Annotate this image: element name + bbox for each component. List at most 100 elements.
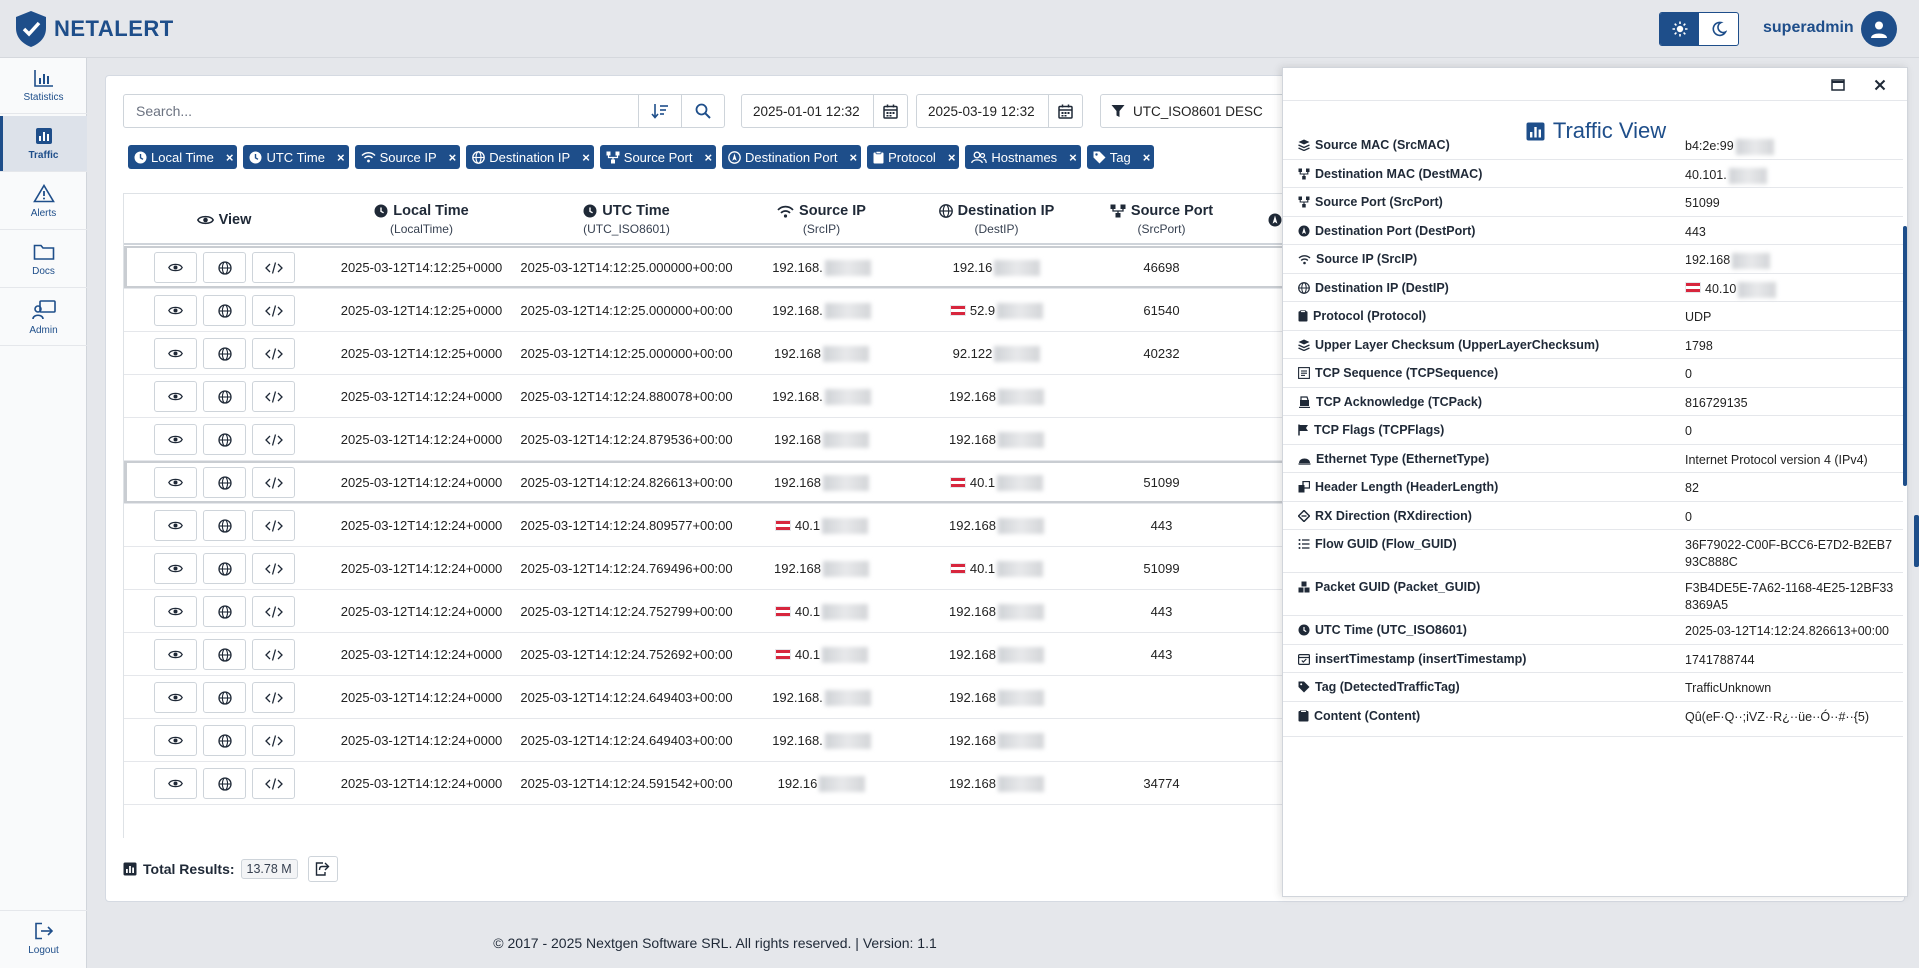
view-details-button[interactable] — [154, 596, 197, 627]
view-details-button[interactable] — [154, 725, 197, 756]
sidebar-item-docs[interactable]: Docs — [0, 232, 87, 288]
sidebar-item-statistics[interactable]: Statistics — [0, 58, 87, 114]
geo-lookup-button[interactable] — [203, 682, 246, 713]
chip-remove-icon[interactable]: × — [337, 150, 345, 165]
chip-remove-icon[interactable]: × — [449, 150, 457, 165]
search-input[interactable] — [124, 95, 638, 127]
chip-remove-icon[interactable]: × — [948, 150, 956, 165]
view-details-button[interactable] — [154, 295, 197, 326]
geo-lookup-button[interactable] — [203, 381, 246, 412]
table-row[interactable]: 2025-03-12T14:12:25+0000 2025-03-12T14:12… — [124, 289, 1283, 332]
sort-order-button[interactable] — [638, 95, 681, 127]
sidebar-item-admin[interactable]: Admin — [0, 290, 87, 346]
chip-remove-icon[interactable]: × — [1069, 150, 1077, 165]
chip-remove-icon[interactable]: × — [226, 150, 234, 165]
light-mode-button[interactable] — [1660, 13, 1699, 45]
column-view[interactable]: View — [124, 194, 324, 245]
chip-hostnames[interactable]: Hostnames × — [965, 145, 1081, 169]
chip-remove-icon[interactable]: × — [582, 150, 590, 165]
view-details-button[interactable] — [154, 338, 197, 369]
geo-lookup-button[interactable] — [203, 424, 246, 455]
view-details-button[interactable] — [154, 768, 197, 799]
dark-mode-button[interactable] — [1699, 13, 1738, 45]
search-button[interactable] — [681, 95, 724, 127]
chip-destination-ip[interactable]: Destination IP × — [466, 145, 594, 169]
table-row[interactable]: 2025-03-12T14:12:24+0000 2025-03-12T14:12… — [124, 676, 1283, 719]
geo-lookup-button[interactable] — [203, 252, 246, 283]
table-row[interactable]: 2025-03-12T14:12:24+0000 2025-03-12T14:12… — [124, 547, 1283, 590]
view-details-button[interactable] — [154, 682, 197, 713]
panel-scrollbar[interactable] — [1903, 226, 1907, 486]
view-raw-button[interactable] — [252, 725, 295, 756]
geo-lookup-button[interactable] — [203, 510, 246, 541]
column-source-ip[interactable]: Source IP (SrcIP) — [734, 194, 909, 245]
sort-select[interactable]: UTC_ISO8601 DESC — [1100, 94, 1290, 128]
date-from-field[interactable]: 2025-01-01 12:32 — [741, 94, 908, 128]
table-row[interactable]: 2025-03-12T14:12:24+0000 2025-03-12T14:12… — [124, 418, 1283, 461]
chip-remove-icon[interactable]: × — [1143, 150, 1151, 165]
chip-protocol[interactable]: Protocol × — [867, 145, 960, 169]
brand-logo[interactable]: NETALERT — [14, 10, 174, 48]
calendar-icon[interactable] — [873, 95, 907, 127]
sidebar-item-alerts[interactable]: Alerts — [0, 174, 87, 230]
chip-tag[interactable]: Tag × — [1086, 145, 1155, 169]
column-utc-time[interactable]: UTC Time (UTC_ISO8601) — [519, 194, 734, 245]
column-local-time[interactable]: Local Time (LocalTime) — [324, 194, 519, 245]
view-raw-button[interactable] — [252, 338, 295, 369]
chip-source-port[interactable]: Source Port × — [599, 145, 717, 169]
chip-destination-port[interactable]: Destination Port × — [722, 145, 862, 169]
view-details-button[interactable] — [154, 424, 197, 455]
chip-remove-icon[interactable]: × — [704, 150, 712, 165]
table-row[interactable]: 2025-03-12T14:12:25+0000 2025-03-12T14:12… — [124, 332, 1283, 375]
export-button[interactable] — [307, 856, 338, 882]
table-row[interactable]: 2025-03-12T14:12:24+0000 2025-03-12T14:12… — [124, 762, 1283, 805]
theme-toggle[interactable] — [1659, 12, 1739, 46]
view-details-button[interactable] — [154, 510, 197, 541]
table-row[interactable]: 2025-03-12T14:12:24+0000 2025-03-12T14:12… — [124, 633, 1283, 676]
geo-lookup-button[interactable] — [203, 553, 246, 584]
chip-local-time[interactable]: Local Time × — [128, 145, 238, 169]
view-raw-button[interactable] — [252, 381, 295, 412]
table-row[interactable]: 2025-03-12T14:12:24+0000 2025-03-12T14:12… — [124, 461, 1283, 504]
view-raw-button[interactable] — [252, 424, 295, 455]
geo-lookup-button[interactable] — [203, 725, 246, 756]
table-row[interactable]: 2025-03-12T14:12:24+0000 2025-03-12T14:12… — [124, 375, 1283, 418]
user-avatar-icon[interactable] — [1861, 11, 1897, 47]
view-raw-button[interactable] — [252, 295, 295, 326]
column-destination-ip[interactable]: Destination IP (DestIP) — [909, 194, 1084, 245]
username[interactable]: superadmin — [1763, 19, 1854, 37]
geo-lookup-button[interactable] — [203, 639, 246, 670]
table-row[interactable]: 2025-03-12T14:12:24+0000 2025-03-12T14:12… — [124, 590, 1283, 633]
table-row[interactable]: 2025-03-12T14:12:25+0000 2025-03-12T14:12… — [124, 246, 1283, 289]
view-details-button[interactable] — [154, 381, 197, 412]
view-raw-button[interactable] — [252, 768, 295, 799]
table-row[interactable]: 2025-03-12T14:12:24+0000 2025-03-12T14:12… — [124, 504, 1283, 547]
sidebar-item-traffic[interactable]: Traffic — [0, 116, 87, 172]
geo-lookup-button[interactable] — [203, 596, 246, 627]
geo-lookup-button[interactable] — [203, 768, 246, 799]
view-raw-button[interactable] — [252, 596, 295, 627]
view-details-button[interactable] — [154, 467, 197, 498]
geo-lookup-button[interactable] — [203, 295, 246, 326]
date-to-field[interactable]: 2025-03-19 12:32 — [916, 94, 1083, 128]
close-button[interactable] — [1867, 73, 1893, 97]
page-scrollbar[interactable] — [1914, 515, 1919, 567]
chip-source-ip[interactable]: Source IP × — [354, 145, 461, 169]
column-source-port[interactable]: Source Port (SrcPort) — [1084, 194, 1239, 245]
chip-remove-icon[interactable]: × — [850, 150, 858, 165]
chip-utc-time[interactable]: UTC Time × — [243, 145, 349, 169]
view-details-button[interactable] — [154, 252, 197, 283]
view-details-button[interactable] — [154, 553, 197, 584]
geo-lookup-button[interactable] — [203, 338, 246, 369]
view-details-button[interactable] — [154, 639, 197, 670]
table-row[interactable]: 2025-03-12T14:12:24+0000 2025-03-12T14:12… — [124, 719, 1283, 762]
view-raw-button[interactable] — [252, 467, 295, 498]
maximize-button[interactable] — [1825, 73, 1851, 97]
view-raw-button[interactable] — [252, 682, 295, 713]
view-raw-button[interactable] — [252, 639, 295, 670]
view-raw-button[interactable] — [252, 510, 295, 541]
view-raw-button[interactable] — [252, 553, 295, 584]
geo-lookup-button[interactable] — [203, 467, 246, 498]
view-raw-button[interactable] — [252, 252, 295, 283]
calendar-icon[interactable] — [1048, 95, 1082, 127]
